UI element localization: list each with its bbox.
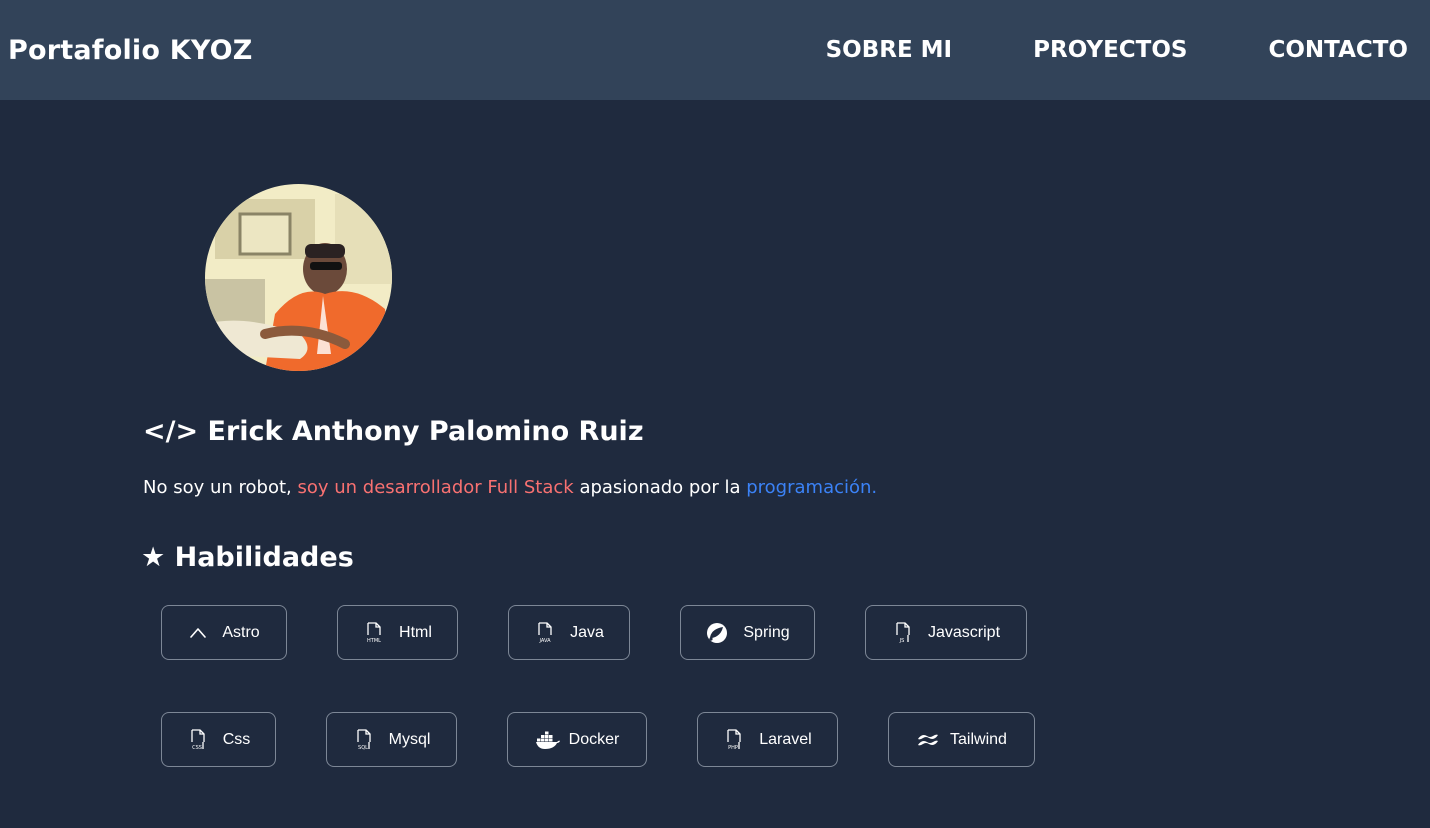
profile-name-heading: </> Erick Anthony Palomino Ruiz — [143, 416, 644, 447]
skill-tailwind[interactable]: Tailwind — [888, 712, 1035, 767]
skill-css[interactable]: CSS Css — [161, 712, 276, 767]
spring-icon — [705, 621, 729, 645]
skill-label: Javascript — [927, 623, 1001, 641]
astro-icon — [188, 626, 208, 640]
skills-heading: ★ Habilidades — [141, 542, 354, 573]
skill-java[interactable]: JAVA Java — [508, 605, 630, 660]
skill-javascript[interactable]: JS Javascript — [865, 605, 1027, 660]
skill-label: Java — [570, 623, 604, 641]
skill-astro[interactable]: Astro — [161, 605, 287, 660]
js-file-icon: JS — [892, 621, 914, 644]
skill-spring[interactable]: Spring — [680, 605, 815, 660]
svg-text:SQL: SQL — [358, 745, 368, 751]
html-file-icon: HTML — [363, 621, 385, 644]
skill-label: Laravel — [759, 730, 812, 748]
svg-text:JS: JS — [899, 638, 905, 644]
php-file-icon: PHP — [723, 728, 745, 751]
skill-label: Docker — [568, 730, 620, 748]
nav-links: SOBRE MI PROYECTOS CONTACTO — [745, 37, 1408, 63]
nav-link-contacto[interactable]: CONTACTO — [1268, 37, 1408, 63]
intro-text-2: apasionado por la — [573, 477, 747, 498]
svg-text:CSS: CSS — [192, 745, 202, 751]
skill-html[interactable]: HTML Html — [337, 605, 458, 660]
skill-label: Html — [399, 623, 432, 641]
docker-icon — [535, 730, 561, 750]
skill-label: Tailwind — [950, 730, 1007, 748]
skill-label: Spring — [743, 623, 790, 641]
intro-text-1: No soy un robot, — [143, 477, 298, 498]
nav-link-sobre-mi[interactable]: SOBRE MI — [826, 37, 953, 63]
sql-file-icon: SQL — [353, 728, 375, 751]
svg-text:PHP: PHP — [728, 745, 738, 751]
brand-title[interactable]: Portafolio KYOZ — [8, 35, 253, 66]
skill-laravel[interactable]: PHP Laravel — [697, 712, 838, 767]
skill-label: Astro — [222, 623, 260, 641]
skill-mysql[interactable]: SQL Mysql — [326, 712, 457, 767]
skill-label: Css — [222, 730, 251, 748]
navbar: Portafolio KYOZ SOBRE MI PROYECTOS CONTA… — [0, 0, 1430, 100]
tailwind-icon — [916, 732, 940, 748]
intro-highlight-role: soy un desarrollador Full Stack — [297, 477, 574, 498]
skill-docker[interactable]: Docker — [507, 712, 647, 767]
css-file-icon: CSS — [187, 728, 209, 751]
intro-highlight-programming: programación. — [746, 477, 878, 498]
profile-avatar — [205, 184, 392, 371]
java-file-icon: JAVA — [534, 621, 556, 644]
profile-intro: No soy un robot, soy un desarrollador Fu… — [143, 477, 877, 498]
nav-link-proyectos[interactable]: PROYECTOS — [1033, 37, 1187, 63]
svg-text:JAVA: JAVA — [539, 638, 552, 644]
skill-label: Mysql — [388, 730, 431, 748]
svg-text:HTML: HTML — [367, 638, 381, 644]
